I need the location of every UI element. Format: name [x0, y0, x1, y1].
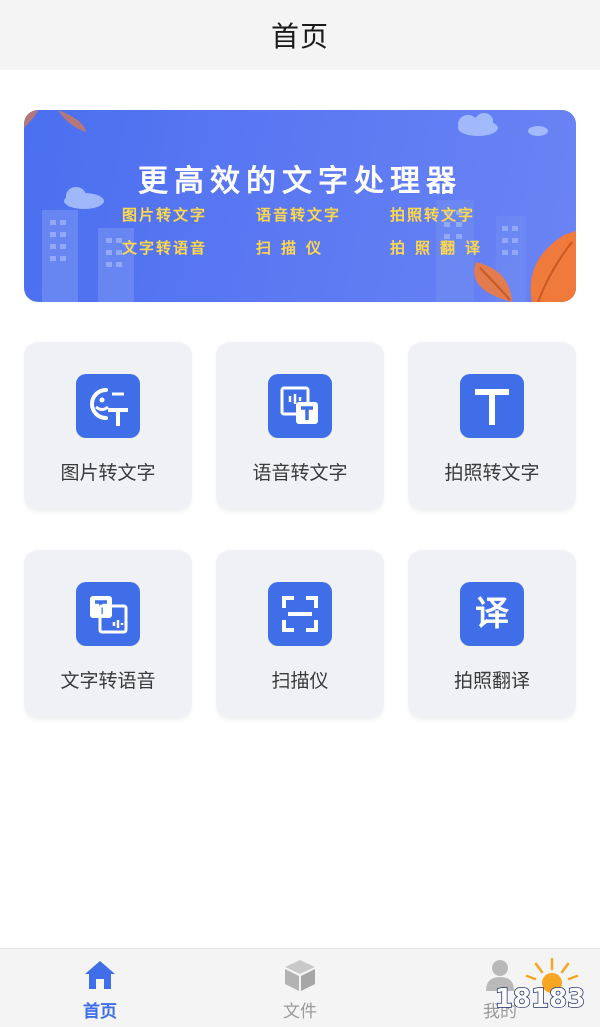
voice-to-text-icon: [268, 374, 332, 438]
scan-frame-icon: [268, 582, 332, 646]
promo-banner[interactable]: 更高效的文字处理器 图片转文字 语音转文字 拍照转文字 文字转语音 扫描仪 拍照…: [24, 110, 576, 302]
feature-grid: 图片转文字 语音转文字 拍照转文字 文字转语音 扫描仪 译 拍照翻译: [24, 342, 576, 718]
banner-item: 扫描仪: [256, 239, 332, 257]
text-to-speech-icon: [76, 582, 140, 646]
translate-glyph: 译: [475, 594, 509, 634]
banner-item: 拍照转文字: [390, 206, 476, 224]
feature-scanner[interactable]: 扫描仪: [216, 550, 384, 718]
tab-label: 首页: [83, 1002, 117, 1022]
feature-label: 扫描仪: [271, 670, 329, 692]
tab-label: 文件: [283, 1002, 317, 1022]
banner-item: 文字转语音: [122, 239, 208, 257]
banner-headline: 更高效的文字处理器: [138, 164, 462, 199]
translate-icon: 译: [460, 582, 524, 646]
banner-item: 图片转文字: [122, 206, 208, 224]
feature-label: 图片转文字: [60, 462, 156, 484]
letter-t-icon: [460, 374, 524, 438]
feature-voice-to-text[interactable]: 语音转文字: [216, 342, 384, 510]
image-to-text-icon: [76, 374, 140, 438]
home-icon: [82, 957, 118, 993]
watermark-text: 18183: [495, 984, 585, 1014]
feature-label: 文字转语音: [60, 670, 156, 692]
tab-files[interactable]: 文件: [200, 949, 400, 1027]
tab-home[interactable]: 首页: [0, 949, 200, 1027]
top-nav-bar: 首页: [0, 0, 600, 70]
feature-label: 拍照翻译: [453, 670, 530, 692]
banner-item: 语音转文字: [256, 206, 342, 224]
box-icon: [282, 957, 318, 993]
site-watermark-logo: 18183: [490, 955, 590, 1017]
feature-photo-translate[interactable]: 译 拍照翻译: [408, 550, 576, 718]
feature-photo-to-text[interactable]: 拍照转文字: [408, 342, 576, 510]
feature-text-to-speech[interactable]: 文字转语音: [24, 550, 192, 718]
feature-label: 拍照转文字: [444, 462, 540, 484]
banner-feature-list: 图片转文字 语音转文字 拍照转文字 文字转语音 扫描仪 拍照翻译: [122, 204, 502, 258]
feature-image-to-text[interactable]: 图片转文字: [24, 342, 192, 510]
banner-item: 拍照翻译: [390, 239, 491, 257]
feature-label: 语音转文字: [252, 462, 348, 484]
page-title: 首页: [270, 20, 329, 53]
